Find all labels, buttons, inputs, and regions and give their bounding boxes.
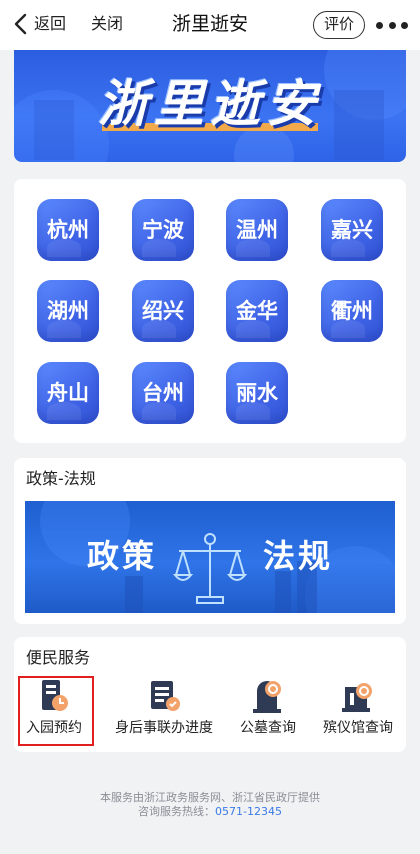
selection-highlight	[18, 676, 94, 746]
hero-banner: 浙里逝安	[14, 50, 406, 162]
close-button[interactable]: 关闭	[91, 12, 123, 36]
page-title: 浙里逝安	[171, 13, 248, 35]
footer-hotline-label: 咨询服务热线：	[138, 805, 216, 818]
service-cemetery-search[interactable]: 公墓查询	[236, 677, 300, 743]
service-after-death-progress[interactable]: 身后事联办进度	[106, 677, 222, 743]
rate-button[interactable]: 评价	[313, 11, 365, 39]
city-button-quzhou[interactable]: 衢州	[321, 280, 383, 342]
after-death-progress-icon	[151, 681, 180, 711]
cemetery-search-icon	[253, 681, 281, 713]
footer-hotline: 咨询服务热线：0571-12345	[0, 804, 420, 819]
chevron-left-icon	[14, 13, 27, 35]
hotline-number-link[interactable]: 0571-12345	[215, 805, 282, 818]
back-label: 返回	[34, 14, 67, 33]
service-funeral-home-search[interactable]: 殡仪馆查询	[316, 677, 400, 743]
service-label: 公墓查询	[240, 720, 296, 736]
city-button-jinhua[interactable]: 金华	[226, 280, 288, 342]
city-button-lishui[interactable]: 丽水	[226, 362, 288, 424]
city-button-hangzhou[interactable]: 杭州	[37, 199, 99, 261]
justice-scale-icon	[173, 533, 247, 604]
footer-provider-text: 本服务由浙江政务服务网、浙江省民政厅提供	[100, 791, 320, 804]
city-button-taizhou[interactable]: 台州	[132, 362, 194, 424]
banner-title: 浙里逝安	[98, 75, 322, 133]
funeral-home-search-icon	[342, 683, 372, 712]
nav-bar: 返回 关闭 浙里逝安 评价	[0, 0, 420, 50]
section-title-policy: 政策-法规	[26, 469, 96, 488]
policy-banner[interactable]: 政策 法规	[25, 501, 395, 613]
more-dots-icon	[376, 21, 383, 29]
city-button-wenzhou[interactable]: 温州	[226, 199, 288, 261]
city-button-huzhou[interactable]: 湖州	[37, 280, 99, 342]
service-label: 殡仪馆查询	[323, 720, 393, 736]
city-button-shaoxing[interactable]: 绍兴	[132, 280, 194, 342]
service-label: 身后事联办进度	[115, 720, 213, 736]
city-button-zhoushan[interactable]: 舟山	[37, 362, 99, 424]
city-button-jiaxing[interactable]: 嘉兴	[321, 199, 383, 261]
policy-card: 政策-法规 政策 法规	[14, 458, 406, 624]
back-button[interactable]: 返回	[12, 12, 66, 36]
policy-banner-left-text: 政策	[87, 537, 158, 575]
section-title-services: 便民服务	[26, 648, 91, 667]
more-menu-button[interactable]	[376, 18, 408, 32]
city-grid-card: 杭州 宁波 温州 嘉兴 湖州 绍兴 金华 衢州 舟山 台州 丽水	[14, 179, 406, 443]
city-button-ningbo[interactable]: 宁波	[132, 199, 194, 261]
policy-banner-right-text: 法规	[263, 537, 334, 575]
